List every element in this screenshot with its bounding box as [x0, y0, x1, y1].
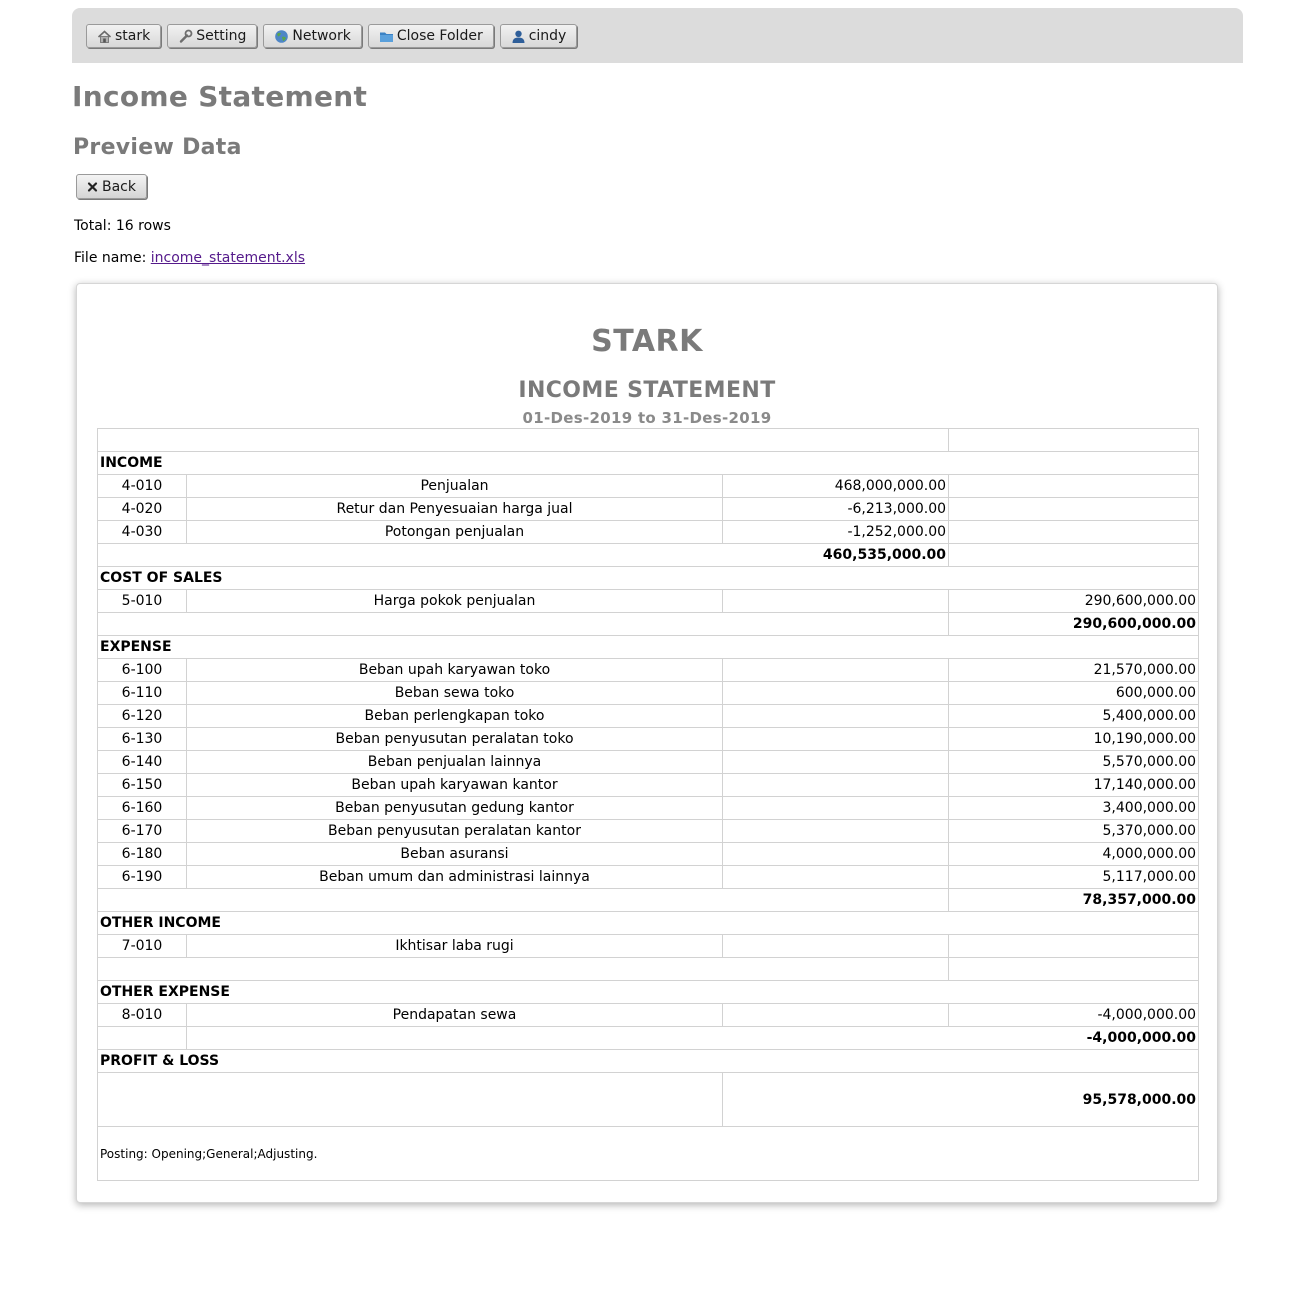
report-preview-panel: STARK INCOME STATEMENT 01-Des-2019 to 31…: [76, 283, 1218, 1203]
nav-button-setting-label: Setting: [196, 28, 247, 44]
table-row: 6-170 Beban penyusutan peralatan kantor 5,…: [97, 819, 1200, 843]
back-button-label: Back: [102, 178, 136, 195]
file-name-label: File name:: [74, 250, 147, 266]
nav-button-stark-label: stark: [115, 28, 151, 44]
section-header-other-income: OTHER INCOME: [96, 911, 1200, 935]
section-header-income: INCOME: [96, 451, 1200, 475]
report-period: 01-Des-2019 to 31-Des-2019: [522, 409, 772, 427]
income-statement-table: INCOME 4-010 Penjualan 468,000,000.00 4-02…: [96, 428, 1200, 1181]
back-button[interactable]: Back: [76, 174, 147, 199]
nav-button-user-label: cindy: [528, 28, 567, 44]
table-row: 6-120 Beban perlengkapan toko 5,400,000.00: [97, 704, 1200, 728]
wrench-icon: [178, 29, 193, 44]
profit-loss-total-row: 95,578,000.00: [97, 1072, 1200, 1127]
page-title: Income Statement: [72, 80, 368, 113]
row-count-text: Total: 16 rows: [74, 218, 171, 234]
table-row: 4-010 Penjualan 468,000,000.00: [97, 474, 1200, 498]
user-icon: [511, 29, 526, 44]
section-total-other-expense: -4,000,000.00: [97, 1026, 1200, 1050]
nav-button-network-label: Network: [292, 28, 351, 44]
nav-button-close-folder[interactable]: Close Folder: [367, 24, 494, 48]
table-row: 8-010 Pendapatan sewa -4,000,000.00: [97, 1003, 1200, 1027]
home-icon: [97, 29, 112, 44]
nav-button-network[interactable]: Network: [263, 24, 362, 48]
nav-button-setting[interactable]: Setting: [167, 24, 258, 48]
section-total-cost-of-sales: 290,600,000.00: [96, 612, 1200, 636]
company-name: STARK: [591, 324, 703, 359]
section-header-profit-loss: PROFIT & LOSS: [96, 1049, 1200, 1073]
report-title: INCOME STATEMENT: [518, 378, 776, 403]
section-total-income: 460,535,000.00: [96, 543, 1200, 567]
table-row: 6-130 Beban penyusutan peralatan toko 10,1…: [97, 727, 1200, 751]
table-row: 4-030 Potongan penjualan -1,252,000.00: [97, 520, 1200, 544]
table-row: 6-180 Beban asuransi 4,000,000.00: [97, 842, 1200, 866]
nav-button-close-folder-label: Close Folder: [396, 28, 483, 44]
nav-button-group: stark Setting Network Close Folder cindy: [86, 24, 578, 48]
top-toolbar: stark Setting Network Close Folder cindy: [72, 8, 1243, 63]
globe-icon: [274, 29, 289, 44]
section-header-cost-of-sales: COST OF SALES: [96, 566, 1200, 590]
table-row: 6-100 Beban upah karyawan toko 21,570,000.…: [97, 658, 1200, 682]
close-x-icon: [87, 181, 98, 193]
file-name-link[interactable]: income_statement.xls: [151, 250, 305, 266]
section-header-other-expense: OTHER EXPENSE: [96, 980, 1200, 1004]
page-subtitle: Preview Data: [73, 135, 242, 160]
table-row: 7-010 Ikhtisar laba rugi: [97, 934, 1200, 958]
posting-note-row: Posting: Opening;General;Adjusting.: [96, 1126, 1200, 1181]
table-row: 6-160 Beban penyusutan gedung kantor 3,400…: [97, 796, 1200, 820]
table-row: 6-190 Beban umum dan administrasi lainnya…: [97, 865, 1200, 889]
table-row: 6-110 Beban sewa toko 600,000.00: [97, 681, 1200, 705]
blank-row: [96, 428, 1200, 452]
nav-button-user[interactable]: cindy: [499, 24, 578, 48]
folder-icon: [379, 29, 394, 44]
table-row: 6-140 Beban penjualan lainnya 5,570,000.00: [97, 750, 1200, 774]
section-total-other-income: [96, 957, 1200, 981]
table-row: 6-150 Beban upah karyawan kantor 17,140,00…: [97, 773, 1200, 797]
table-row: 4-020 Retur dan Penyesuaian harga jual -6,…: [97, 497, 1200, 521]
file-name-line: File name: income_statement.xls: [74, 250, 305, 266]
section-header-expense: EXPENSE: [96, 635, 1200, 659]
table-row: 5-010 Harga pokok penjualan 290,600,000.00: [97, 589, 1200, 613]
nav-button-stark[interactable]: stark: [86, 24, 162, 48]
section-total-expense: 78,357,000.00: [96, 888, 1200, 912]
